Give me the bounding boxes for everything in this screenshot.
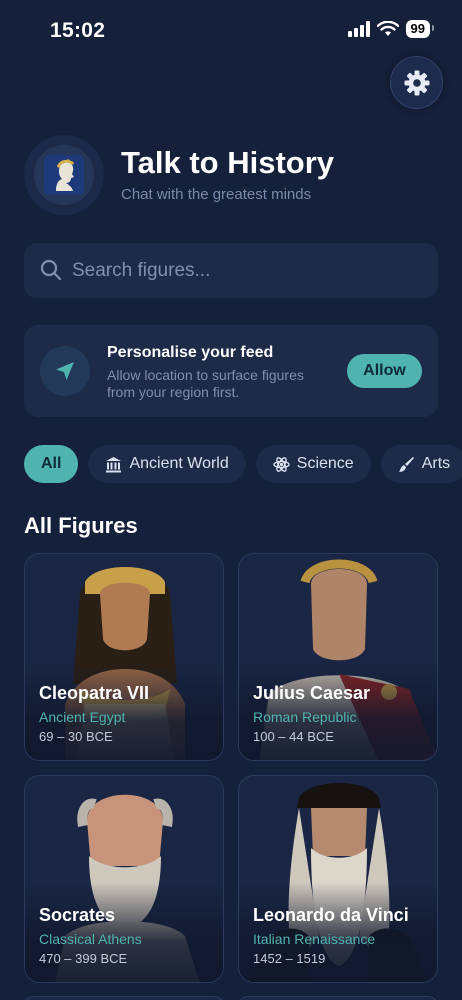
figure-card-cleopatra[interactable]: Cleopatra VII Ancient Egypt 69 – 30 BCE (24, 553, 224, 761)
allow-location-button[interactable]: Allow (347, 354, 422, 388)
figure-name: Cleopatra VII (39, 683, 150, 703)
app-title: Talk to History (121, 145, 335, 180)
figure-era: Classical Athens (39, 931, 142, 947)
status-time: 15:02 (50, 19, 106, 42)
figure-card-julius-caesar[interactable]: Julius Caesar Roman Republic 100 – 44 BC… (238, 553, 438, 761)
search-icon (40, 259, 62, 281)
figure-name: Leonardo da Vinci (253, 905, 409, 925)
figure-years: 1452 – 1519 (253, 951, 326, 966)
figure-name: Julius Caesar (253, 683, 371, 703)
status-bar: 15:02 99 (0, 0, 462, 60)
figure-card-leonardo[interactable]: Leonardo da Vinci Italian Renaissance 14… (238, 775, 438, 983)
figure-era: Italian Renaissance (253, 931, 376, 947)
figure-era: Roman Republic (253, 709, 357, 725)
figure-era: Ancient Egypt (39, 709, 126, 725)
figure-card-socrates[interactable]: Socrates Classical Athens 470 – 399 BCE (24, 775, 224, 983)
filter-chip-label: Ancient World (129, 455, 229, 472)
location-arrow-icon (56, 362, 74, 380)
filter-chip-science[interactable]: Science (255, 445, 371, 483)
filter-chip-arts[interactable]: Arts (380, 445, 462, 483)
location-prompt-card: Personalise your feed Allow location to … (24, 325, 438, 417)
filter-chip-label: Science (296, 455, 354, 472)
figure-card-partial[interactable] (238, 996, 438, 1000)
brush-icon (398, 456, 414, 472)
app-logo (24, 135, 104, 215)
figure-years: 470 – 399 BCE (39, 951, 128, 966)
figure-name: Socrates (39, 905, 116, 925)
search-box[interactable] (24, 243, 438, 298)
laurel-bust-icon (44, 155, 84, 195)
filter-chip-all[interactable]: All (24, 445, 79, 483)
columns-icon (106, 456, 122, 472)
battery-indicator: 99 (405, 20, 435, 38)
section-title: All Figures (24, 513, 138, 538)
settings-button[interactable] (390, 56, 443, 109)
atom-icon (273, 456, 290, 472)
location-prompt-description: Allow location to surface figures from y… (107, 367, 304, 400)
location-icon-badge (40, 346, 90, 396)
signal-icon (347, 21, 370, 37)
status-icons: 99 (347, 20, 435, 38)
category-filters: All Ancient World Science Arts (24, 445, 462, 483)
figure-years: 69 – 30 BCE (39, 729, 113, 744)
figure-card-partial[interactable] (24, 996, 224, 1000)
app-subtitle: Chat with the greatest minds (121, 186, 312, 203)
location-prompt-title: Personalise your feed (107, 344, 274, 361)
figure-years: 100 – 44 BCE (253, 729, 334, 744)
wifi-icon (376, 21, 399, 36)
gear-icon (404, 70, 429, 95)
filter-chip-label: Arts (421, 455, 451, 472)
filter-chip-ancient-world[interactable]: Ancient World (88, 445, 246, 483)
filter-chip-label: All (41, 455, 62, 472)
search-input[interactable] (72, 243, 422, 298)
